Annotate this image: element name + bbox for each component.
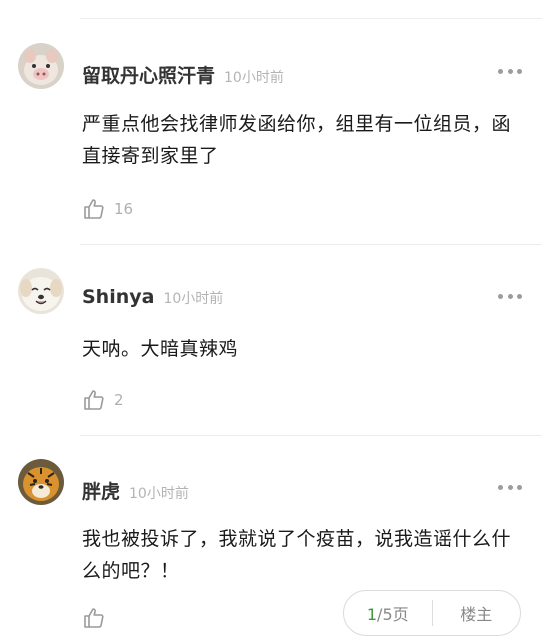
like-count: 16 <box>114 200 134 218</box>
like-button[interactable]: 2 <box>82 388 124 412</box>
current-page: 1 <box>366 605 378 624</box>
comment-item: 胖虎 10小时前 我也被投诉了，我就说了个疫苗，说我造谣什么什么的吧？！ <box>0 436 542 628</box>
timestamp: 10小时前 <box>224 70 284 86</box>
like-button[interactable]: 16 <box>82 197 133 221</box>
timestamp: 10小时前 <box>163 291 224 307</box>
like-count: 2 <box>114 391 124 409</box>
comment-header: 留取丹心照汗青 10小时前 <box>82 61 284 88</box>
thumbs-up-icon <box>84 199 104 219</box>
pig-avatar-icon[interactable] <box>18 43 64 89</box>
like-button[interactable] <box>82 606 114 630</box>
more-options-icon[interactable] <box>498 68 522 74</box>
comment-item: 留取丹心照汗青 10小时前 严重点他会找律师发函给你，组里有一位组员，函直接寄到… <box>0 0 542 245</box>
thumbs-up-icon <box>84 608 104 628</box>
page-navigator: 1/5页 楼主 <box>343 590 521 636</box>
thumbs-up-icon <box>84 390 104 410</box>
only-owner-button[interactable]: 楼主 <box>433 601 521 625</box>
page-indicator-button[interactable]: 1/5页 <box>344 601 432 625</box>
comment-text: 我也被投诉了，我就说了个疫苗，说我造谣什么什么的吧？！ <box>82 528 512 582</box>
username[interactable]: 留取丹心照汗青 <box>82 61 215 88</box>
comment-header: 胖虎 10小时前 <box>82 477 189 504</box>
comment-item: Shinya 10小时前 天呐。大暗真辣鸡 2 <box>0 245 542 435</box>
username[interactable]: 胖虎 <box>82 477 120 504</box>
comment-text: 天呐。大暗真辣鸡 <box>82 338 239 360</box>
username[interactable]: Shinya <box>82 286 154 308</box>
more-options-icon[interactable] <box>498 293 522 299</box>
tiger-avatar-icon[interactable] <box>18 459 64 505</box>
total-pages: /5页 <box>377 605 409 624</box>
dog-avatar-icon[interactable] <box>18 268 64 314</box>
timestamp: 10小时前 <box>129 486 189 502</box>
more-options-icon[interactable] <box>498 484 522 490</box>
comment-header: Shinya 10小时前 <box>82 286 223 308</box>
comment-text: 严重点他会找律师发函给你，组里有一位组员，函直接寄到家里了 <box>82 113 512 167</box>
